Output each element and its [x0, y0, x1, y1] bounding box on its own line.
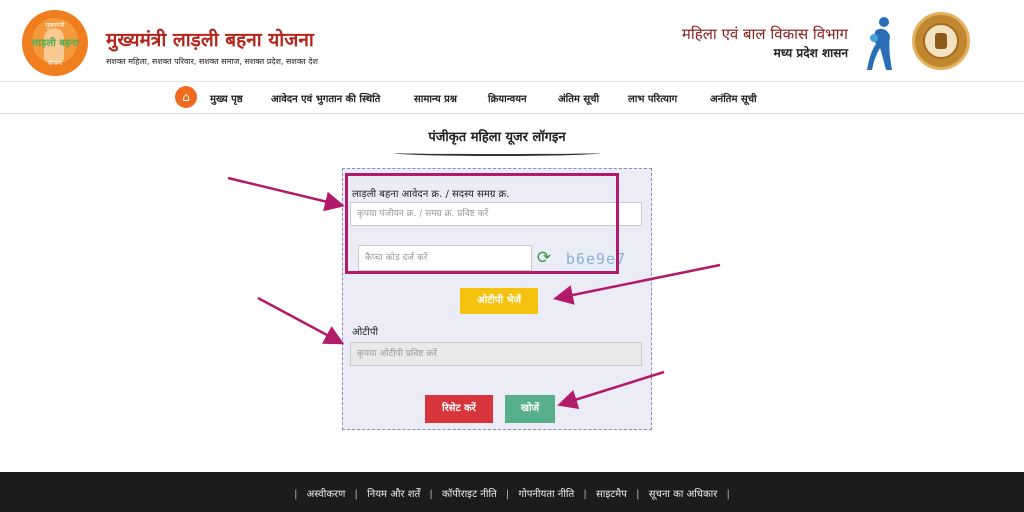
site-footer: | अस्वीकरण | नियम और शर्तें | कॉपीराइट न… — [0, 472, 1024, 512]
footer-link-disclaimer[interactable]: अस्वीकरण — [307, 489, 346, 500]
logo-text-line2: लाड़ली बहना — [31, 38, 79, 49]
nav-item-provisional-list[interactable]: अनंतिम सूची — [710, 91, 757, 105]
nav-item-final-list[interactable]: अंतिम सूची — [558, 91, 599, 105]
department-name: महिला एवं बाल विकास विभाग — [681, 25, 848, 43]
women-child-emblem-icon — [867, 17, 892, 70]
search-button[interactable]: खोजें — [505, 395, 555, 423]
nav-item-home[interactable]: मुख्य पृष्ठ — [210, 91, 243, 105]
reset-button[interactable]: रिसेट करें — [425, 395, 493, 423]
logo-text-line3: योजना — [47, 60, 63, 67]
nav-item-implementation[interactable]: क्रियान्वयन — [488, 91, 527, 105]
footer-link-privacy[interactable]: गोपनीयता नीति — [518, 489, 574, 500]
page-title-text: पंजीकृत महिला यूजर लॉगइन — [428, 130, 566, 145]
footer-link-terms[interactable]: नियम और शर्तें — [367, 489, 420, 500]
footer-link-rti[interactable]: सूचना का अधिकार — [649, 489, 718, 500]
otp-input[interactable]: कृपया ओटीपी प्रविष्ट करें — [350, 342, 642, 366]
footer-link-copyright[interactable]: कॉपीराइट नीति — [442, 489, 497, 500]
home-icon[interactable]: ⌂ — [175, 86, 197, 108]
annotation-arrow-3 — [257, 296, 345, 345]
footer-link-sitemap[interactable]: साइटमैप — [596, 489, 627, 500]
page-title-underline — [394, 150, 600, 156]
nav-item-faq[interactable]: सामान्य प्रश्न — [414, 91, 457, 105]
send-otp-button[interactable]: ओटीपी भेजें — [460, 288, 538, 314]
annotation-arrow-1 — [227, 176, 345, 212]
logo-text-line1: मुख्यमंत्री — [45, 22, 65, 29]
mp-state-seal-icon — [912, 12, 970, 70]
footer-links: | अस्वीकरण | नियम और शर्तें | कॉपीराइट न… — [294, 489, 730, 500]
scheme-tagline: सशक्त महिला, सशक्त परिवार, सशक्त समाज, स… — [106, 57, 318, 66]
nav-item-application-status[interactable]: आवेदन एवं भुगतान की स्थिति — [271, 91, 380, 105]
annotation-highlight-box — [345, 173, 619, 274]
page-title: पंजीकृत महिला यूजर लॉगइन — [394, 126, 600, 156]
seal-core — [935, 33, 947, 49]
scheme-title: मुख्यमंत्री लाड़ली बहना योजना — [106, 29, 314, 51]
nav-item-benefit-relinquish[interactable]: लाभ परित्याग — [628, 91, 677, 105]
site-header: मुख्यमंत्री लाड़ली बहना योजना मुख्यमंत्र… — [0, 0, 1024, 82]
ladli-behna-logo[interactable]: मुख्यमंत्री लाड़ली बहना योजना — [22, 10, 88, 76]
government-name: मध्य प्रदेश शासन — [773, 46, 848, 60]
otp-label: ओटीपी — [352, 327, 379, 338]
seal-inner — [923, 23, 959, 59]
main-navigation: ⌂ मुख्य पृष्ठ आवेदन एवं भुगतान की स्थिति… — [0, 82, 1024, 114]
